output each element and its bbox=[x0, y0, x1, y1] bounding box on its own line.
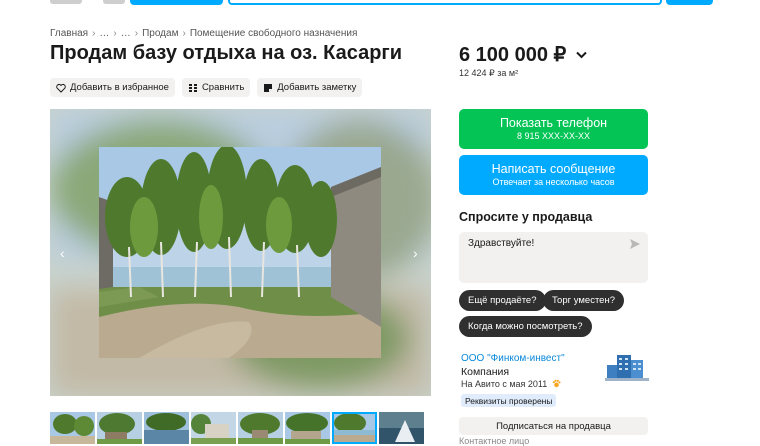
price-per-square-meter: 12 424 ₽ за м² bbox=[459, 68, 519, 78]
send-icon[interactable] bbox=[629, 238, 641, 250]
quick-question-viewing[interactable]: Когда можно посмотреть? bbox=[459, 316, 592, 337]
photo-gallery[interactable]: ‹ › bbox=[50, 109, 431, 396]
thumbnail-image bbox=[191, 412, 236, 444]
show-phone-button[interactable]: Показать телефон 8 915 XXX-XX-XX bbox=[459, 109, 648, 149]
listing-actions: Добавить в избранное Сравнить Добавить з… bbox=[50, 78, 363, 97]
response-time-note: Отвечает за несколько часов bbox=[492, 177, 615, 187]
price-value: 6 100 000 ₽ bbox=[459, 44, 567, 66]
quick-question-still-selling[interactable]: Ещё продаёте? bbox=[459, 290, 546, 311]
seller-since: На Авито с мая 2011 bbox=[461, 379, 561, 389]
thumbnail-image bbox=[238, 412, 283, 444]
thumbnail[interactable] bbox=[50, 412, 95, 444]
breadcrumb-separator: › bbox=[113, 28, 117, 39]
thumbnail-strip bbox=[50, 412, 424, 444]
note-icon bbox=[264, 83, 273, 92]
gallery-next-arrow[interactable]: › bbox=[413, 245, 418, 261]
breadcrumb: Главная › … › … › Продам › Помещение сво… bbox=[50, 28, 357, 39]
add-note-label: Добавить заметку bbox=[277, 82, 357, 93]
phone-number-masked: 8 915 XXX-XX-XX bbox=[516, 131, 591, 141]
thumbnail[interactable] bbox=[97, 412, 142, 444]
thumbnail-image bbox=[50, 412, 95, 444]
breadcrumb-item-category[interactable]: … bbox=[121, 28, 131, 39]
breadcrumb-item-type[interactable]: Помещение свободного назначения bbox=[190, 28, 358, 39]
heart-icon bbox=[56, 83, 66, 93]
seller-name-link[interactable]: ООО "Финком-инвест" bbox=[461, 353, 565, 364]
add-to-favorites-button[interactable]: Добавить в избранное bbox=[50, 78, 175, 97]
breadcrumb-item-region[interactable]: … bbox=[99, 28, 109, 39]
verified-badge: Реквизиты проверены bbox=[461, 394, 557, 407]
ask-seller-message-input[interactable]: Здравствуйте! bbox=[459, 232, 648, 283]
paw-icon bbox=[552, 379, 561, 388]
thumbnail[interactable] bbox=[238, 412, 283, 444]
breadcrumb-separator: › bbox=[92, 28, 96, 39]
subscribe-button[interactable]: Подписаться на продавца bbox=[459, 417, 648, 435]
ask-seller-message-text: Здравствуйте! bbox=[468, 238, 535, 249]
page-title: Продам базу отдыха на оз. Касарги bbox=[50, 42, 403, 64]
add-note-button[interactable]: Добавить заметку bbox=[257, 78, 363, 97]
nav-logo-fragment[interactable] bbox=[50, 0, 82, 4]
compare-button[interactable]: Сравнить bbox=[181, 78, 251, 97]
price: 6 100 000 ₽ bbox=[459, 42, 587, 67]
write-message-label: Написать сообщение bbox=[491, 162, 616, 176]
breadcrumb-separator: › bbox=[134, 28, 139, 39]
search-button[interactable] bbox=[666, 0, 713, 5]
ask-seller-title: Спросите у продавца bbox=[459, 210, 593, 224]
chevron-down-icon[interactable] bbox=[576, 51, 587, 59]
thumbnail[interactable] bbox=[379, 412, 424, 444]
thumbnail-image bbox=[285, 412, 330, 444]
add-to-favorites-label: Добавить в избранное bbox=[70, 82, 169, 93]
quick-question-bargain[interactable]: Торг уместен? bbox=[543, 290, 624, 311]
compare-icon bbox=[188, 83, 197, 92]
breadcrumb-separator: › bbox=[182, 28, 186, 39]
compare-label: Сравнить bbox=[201, 82, 245, 93]
breadcrumb-item-home[interactable]: Главная bbox=[50, 28, 88, 39]
thumbnail-image bbox=[144, 412, 189, 444]
gallery-prev-arrow[interactable]: ‹ bbox=[60, 245, 65, 261]
thumbnail-image bbox=[379, 412, 424, 444]
thumbnail-image bbox=[332, 412, 377, 444]
all-categories-button[interactable] bbox=[130, 0, 223, 5]
contact-person-label: Контактное лицо bbox=[459, 436, 530, 446]
nav-link-fragment[interactable] bbox=[103, 0, 125, 4]
thumbnail[interactable] bbox=[144, 412, 189, 444]
breadcrumb-item-sell[interactable]: Продам bbox=[142, 28, 178, 39]
top-navigation bbox=[0, 0, 760, 6]
thumbnail[interactable] bbox=[191, 412, 236, 444]
thumbnail-image bbox=[97, 412, 142, 444]
seller-logo[interactable] bbox=[605, 351, 649, 381]
search-input[interactable] bbox=[228, 0, 662, 5]
show-phone-label: Показать телефон bbox=[499, 116, 608, 130]
seller-since-text: На Авито с мая 2011 bbox=[461, 379, 548, 389]
thumbnail-active[interactable] bbox=[332, 412, 377, 444]
write-message-button[interactable]: Написать сообщение Отвечает за несколько… bbox=[459, 155, 648, 195]
thumbnail[interactable] bbox=[285, 412, 330, 444]
main-photo[interactable] bbox=[99, 147, 381, 358]
seller-type: Компания bbox=[461, 366, 510, 378]
